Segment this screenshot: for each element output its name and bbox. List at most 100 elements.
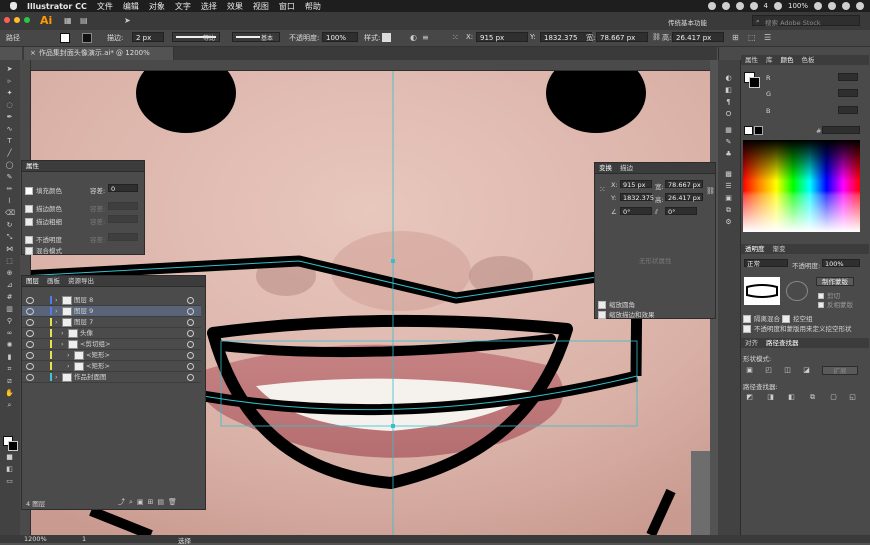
color-guide-icon[interactable]: ◧ [724,86,733,94]
invert-mask-option[interactable]: 反相蒙版 [818,299,853,309]
transform-h-input[interactable]: 26.417 px [665,193,703,202]
reference-point-icon[interactable]: ⁙ [452,33,459,42]
siri-icon[interactable] [842,2,850,10]
apple-icon[interactable] [10,2,17,10]
eyedropper-icon[interactable]: ⚲ [5,318,14,325]
opacity-tolerance-input[interactable] [108,233,138,241]
visibility-eye-icon[interactable] [26,308,34,315]
width-tool-icon[interactable]: ⋈ [5,246,14,253]
close-window-icon[interactable] [4,17,10,23]
fill-swatch[interactable] [60,33,70,43]
menu-effect[interactable]: 效果 [227,1,243,12]
tab-layers[interactable]: 图层 [26,276,39,286]
stroke-tolerance-input[interactable] [108,202,138,210]
tab-properties[interactable]: 属性 [745,55,758,65]
layers-icon[interactable]: ☰ [724,182,733,190]
attributes-panel-title[interactable]: 属性 [26,161,39,171]
visibility-eye-icon[interactable] [26,352,34,359]
expand-arrow-icon[interactable]: › [61,328,64,338]
opacity-checkbox[interactable] [25,236,33,244]
reference-point-icon[interactable]: ⁙ [599,185,606,194]
expand-arrow-icon[interactable]: › [67,350,70,360]
gradient-tool-icon[interactable]: ▥ [5,306,14,313]
opacity-mask-define-option[interactable]: 不透明度和蒙版用来定义挖空形状 [743,323,852,333]
lasso-icon[interactable]: ◌ [5,102,14,109]
shape-builder-icon[interactable]: ⊕ [5,270,14,277]
recolor-icon[interactable]: ◐ [410,33,417,42]
x-input[interactable]: 915 px [476,32,528,42]
target-circle-icon[interactable] [187,308,194,315]
target-circle-icon[interactable] [187,330,194,337]
variable-width-profile[interactable]: 等比 [172,32,220,42]
visibility-eye-icon[interactable] [26,341,34,348]
layer-row[interactable]: › <剪切组> [22,339,201,350]
menu-help[interactable]: 帮助 [305,1,321,12]
object-thumbnail[interactable] [744,277,780,305]
artboard-tool-icon[interactable]: ⌗ [5,366,14,373]
tolerance-input[interactable]: 0 [108,184,138,193]
clock-icon[interactable] [721,2,730,10]
cloud-icon[interactable] [735,2,744,10]
rotate-tool-icon[interactable]: ↻ [5,222,14,229]
pencil-tool-icon[interactable]: ✏ [5,186,14,193]
zoom-window-icon[interactable] [24,17,30,23]
tab-close-icon[interactable]: × [30,49,36,57]
menu-file[interactable]: 文件 [97,1,113,12]
transform-y-input[interactable]: 1832.375 [620,193,654,202]
anchor-point[interactable] [391,424,395,428]
tab-gradient[interactable]: 渐变 [773,244,786,254]
target-circle-icon[interactable] [187,319,194,326]
color-stroke-swatch[interactable] [749,77,760,88]
workspace-switcher[interactable]: 传统基本功能 [668,17,707,27]
exclude-icon[interactable]: ◪ [802,366,811,374]
paintbrush-tool-icon[interactable]: ✎ [5,174,14,181]
magic-wand-icon[interactable]: ✦ [5,90,14,97]
w-input[interactable]: 78.667 px [596,32,648,42]
merge-icon[interactable]: ◧ [787,393,796,401]
stroke-swatch[interactable] [82,33,92,43]
stock-search-input[interactable]: ⌕ 搜索 Adobe Stock [752,15,860,27]
graphic-styles-icon[interactable]: ▩ [724,170,733,178]
color-mode-icon[interactable]: ■ [5,454,14,461]
visibility-eye-icon[interactable] [26,319,34,326]
scale-corners-checkbox[interactable] [598,301,606,309]
horizontal-ruler[interactable] [30,60,710,71]
scale-tool-icon[interactable]: ⤡ [5,234,14,241]
weight-tolerance-input[interactable] [108,215,138,223]
stroke-weight-input[interactable]: 2 px [132,32,164,42]
menu-window[interactable]: 窗口 [279,1,295,12]
white-swatch[interactable] [744,126,753,135]
expand-arrow-icon[interactable]: › [55,372,58,382]
y-input[interactable]: 1832.375 [540,32,592,42]
knockout-group-checkbox[interactable] [782,315,790,323]
status-icon[interactable] [707,2,716,10]
menu-view[interactable]: 视图 [253,1,269,12]
menu-object[interactable]: 对象 [149,1,165,12]
stroke-weight-option[interactable]: 描边粗细 [25,216,62,226]
isolate-blending-option[interactable]: 隔离混合 [743,313,780,323]
shear-angle-input[interactable]: 0° [665,207,697,216]
hand-tool-icon[interactable]: ✋ [5,390,14,397]
scale-strokes-option[interactable]: 缩放描边和效果 [598,309,655,319]
visibility-eye-icon[interactable] [26,363,34,370]
align-icon[interactable]: ≡ [422,33,429,42]
eraser-tool-icon[interactable]: ⌫ [5,210,15,217]
minus-front-icon[interactable]: ◰ [764,366,773,374]
invert-mask-checkbox[interactable] [818,302,824,308]
target-circle-icon[interactable] [187,374,194,381]
tab-libraries[interactable]: 库 [766,55,773,65]
curvature-tool-icon[interactable]: ∿ [5,126,14,133]
tab-color[interactable]: 颜色 [781,55,794,65]
layer-row[interactable]: › <矩形> [22,350,201,361]
slice-tool-icon[interactable]: ⧄ [5,378,14,385]
line-tool-icon[interactable]: ╱ [5,150,14,157]
selection-tool-icon[interactable]: ➤ [5,66,14,73]
type-tool-icon[interactable]: T [5,138,14,145]
perspective-grid-icon[interactable]: ⊿ [5,282,14,289]
image-trace-icon[interactable]: ⚙ [724,218,733,226]
shaper-tool-icon[interactable]: ⌇ [5,198,14,205]
arrange-icon[interactable]: ▤ [80,16,88,25]
intersect-icon[interactable]: ◫ [783,366,792,374]
black-swatch[interactable] [754,126,763,135]
scale-strokes-checkbox[interactable] [598,311,606,319]
